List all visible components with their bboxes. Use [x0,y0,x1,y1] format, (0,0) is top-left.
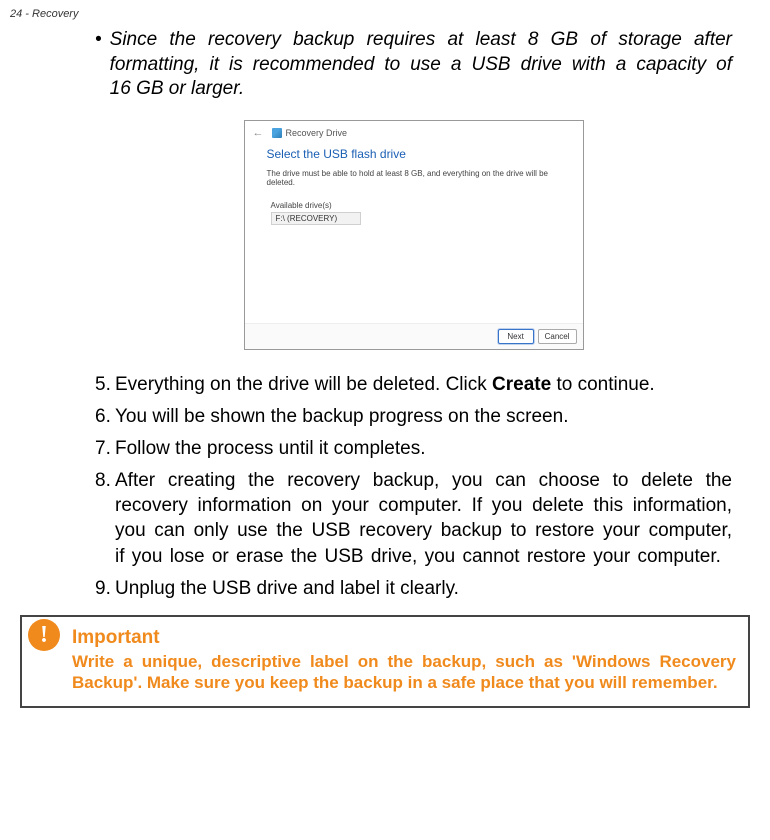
step-5-number: 5. [95,372,115,397]
step-7-number: 7. [95,436,115,461]
dialog-titlebar: ← Recovery Drive [245,121,583,141]
step-9-text: Unplug the USB drive and label it clearl… [115,576,732,601]
exclamation-icon: ! [28,619,60,651]
drive-list: F:\ (RECOVERY) [271,212,557,225]
step-6: 6. You will be shown the backup progress… [95,404,732,429]
back-arrow-icon: ← [253,127,264,139]
step-8-number: 8. [95,468,115,568]
exclamation-glyph: ! [40,623,48,647]
dialog-footer: Next Cancel [245,323,583,349]
important-note-box: ! Important Write a unique, descriptive … [20,615,750,709]
step-7: 7. Follow the process until it completes… [95,436,732,461]
recovery-drive-icon [272,128,282,138]
main-content: • Since the recovery backup requires at … [0,28,770,601]
step-5-text: Everything on the drive will be deleted.… [115,372,732,397]
dialog-subtext: The drive must be able to hold at least … [245,169,583,201]
next-button: Next [498,329,534,344]
note-body: Important Write a unique, descriptive la… [44,627,736,695]
note-text: Write a unique, descriptive label on the… [72,651,736,695]
dialog-heading: Select the USB flash drive [245,141,583,169]
step-8-text: After creating the recovery backup, you … [115,468,732,568]
page-header: 24 - Recovery [0,0,770,28]
step-6-number: 6. [95,404,115,429]
create-bold: Create [492,374,551,395]
step-7-text: Follow the process until it completes. [115,436,732,461]
recovery-drive-dialog: ← Recovery Drive Select the USB flash dr… [244,120,584,350]
bullet-marker: • [95,28,102,102]
cancel-button: Cancel [538,329,577,344]
dialog-screenshot-wrapper: ← Recovery Drive Select the USB flash dr… [95,120,732,350]
step-5: 5. Everything on the drive will be delet… [95,372,732,397]
available-drives-label: Available drive(s) [245,201,583,212]
step-5-pre: Everything on the drive will be deleted.… [115,374,492,395]
drive-item: F:\ (RECOVERY) [271,212,361,225]
bullet-text: Since the recovery backup requires at le… [110,28,732,102]
step-8: 8. After creating the recovery backup, y… [95,468,732,568]
note-title: Important [72,627,736,649]
step-9-number: 9. [95,576,115,601]
step-6-text: You will be shown the backup progress on… [115,404,732,429]
step-5-post: to continue. [551,374,655,395]
step-9: 9. Unplug the USB drive and label it cle… [95,576,732,601]
dialog-title: Recovery Drive [286,128,348,138]
bullet-note: • Since the recovery backup requires at … [95,28,732,102]
